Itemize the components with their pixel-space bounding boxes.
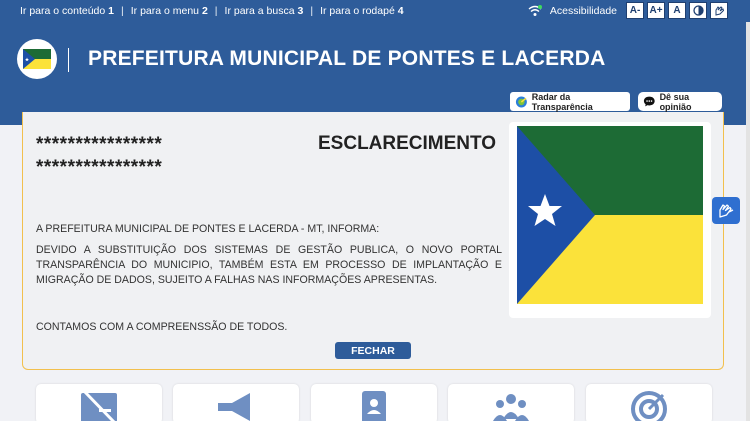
masked-line: **************** <box>36 157 163 178</box>
skip-link-content[interactable]: Ir para o conteúdo 1 <box>20 5 114 17</box>
sign-language-icon <box>719 203 734 218</box>
accessibility-controls: Acessibilidade A- A+ A <box>528 2 728 19</box>
skip-separator: | <box>310 5 314 17</box>
header-divider <box>68 48 69 72</box>
service-card-1[interactable] <box>36 384 162 421</box>
masked-text: **************** **************** <box>36 133 162 179</box>
accessibility-bar: Ir para o conteúdo 1 | Ir para o menu 2 … <box>0 0 750 22</box>
contrast-icon <box>692 5 704 16</box>
opiniao-button[interactable]: Dê sua opinião <box>638 91 722 112</box>
skip-separator: | <box>214 5 218 17</box>
font-increase-button[interactable]: A+ <box>647 2 665 19</box>
no-bill-icon <box>81 389 117 421</box>
municipal-logo[interactable] <box>17 39 57 79</box>
wifi-icon <box>528 4 542 17</box>
page-title: PREFEITURA MUNICIPAL DE PONTES E LACERDA <box>88 47 606 70</box>
notice-paragraph-3: CONTAMOS COM A COMPREENSSÃO DE TODOS. <box>36 321 288 333</box>
radar-label: Radar da Transparência <box>531 91 593 112</box>
accessibility-label: Acessibilidade <box>549 4 617 17</box>
municipal-flag-icon <box>517 126 703 304</box>
contrast-button[interactable] <box>689 2 707 19</box>
speech-bubble-icon <box>643 96 655 107</box>
notice-title: ESCLARECIMENTO <box>318 133 497 154</box>
font-decrease-button[interactable]: A- <box>626 2 644 19</box>
sign-language-button[interactable] <box>710 2 728 19</box>
opiniao-label: Dê sua opinião <box>659 91 692 112</box>
service-card-3[interactable] <box>311 384 437 421</box>
sign-language-icon <box>715 5 725 16</box>
scrollbar[interactable] <box>746 22 750 421</box>
municipal-flag-icon <box>23 49 51 69</box>
megaphone-icon <box>218 393 250 421</box>
municipal-flag-image <box>509 122 711 318</box>
skip-separator: | <box>121 5 124 17</box>
notice-paragraph-2: DEVIDO A SUBSTITUIÇÃO DOS SISTEMAS DE GE… <box>36 244 502 286</box>
people-group-icon <box>493 394 529 421</box>
skip-link-footer[interactable]: Ir para o rodapé 4 <box>320 5 403 17</box>
notice-paragraph-1: A PREFEITURA MUNICIPAL DE PONTES E LACER… <box>36 223 380 235</box>
service-card-5[interactable] <box>586 384 712 421</box>
sign-language-widget[interactable] <box>712 197 740 224</box>
skip-link-menu[interactable]: Ir para o menu 2 <box>131 5 208 17</box>
radar-transparencia-button[interactable]: Radar da Transparência <box>510 91 630 112</box>
radar-icon <box>515 96 527 107</box>
service-card-4[interactable] <box>448 384 574 421</box>
skip-links: Ir para o conteúdo 1 | Ir para o menu 2 … <box>0 5 404 17</box>
close-button[interactable]: FECHAR <box>335 342 411 359</box>
font-reset-button[interactable]: A <box>668 2 686 19</box>
contacts-icon <box>362 391 386 421</box>
target-icon <box>631 391 667 421</box>
service-card-2[interactable] <box>173 384 299 421</box>
masked-line: **************** <box>36 134 163 155</box>
skip-link-search[interactable]: Ir para a busca 3 <box>225 5 304 17</box>
site-header: PREFEITURA MUNICIPAL DE PONTES E LACERDA… <box>0 22 750 125</box>
